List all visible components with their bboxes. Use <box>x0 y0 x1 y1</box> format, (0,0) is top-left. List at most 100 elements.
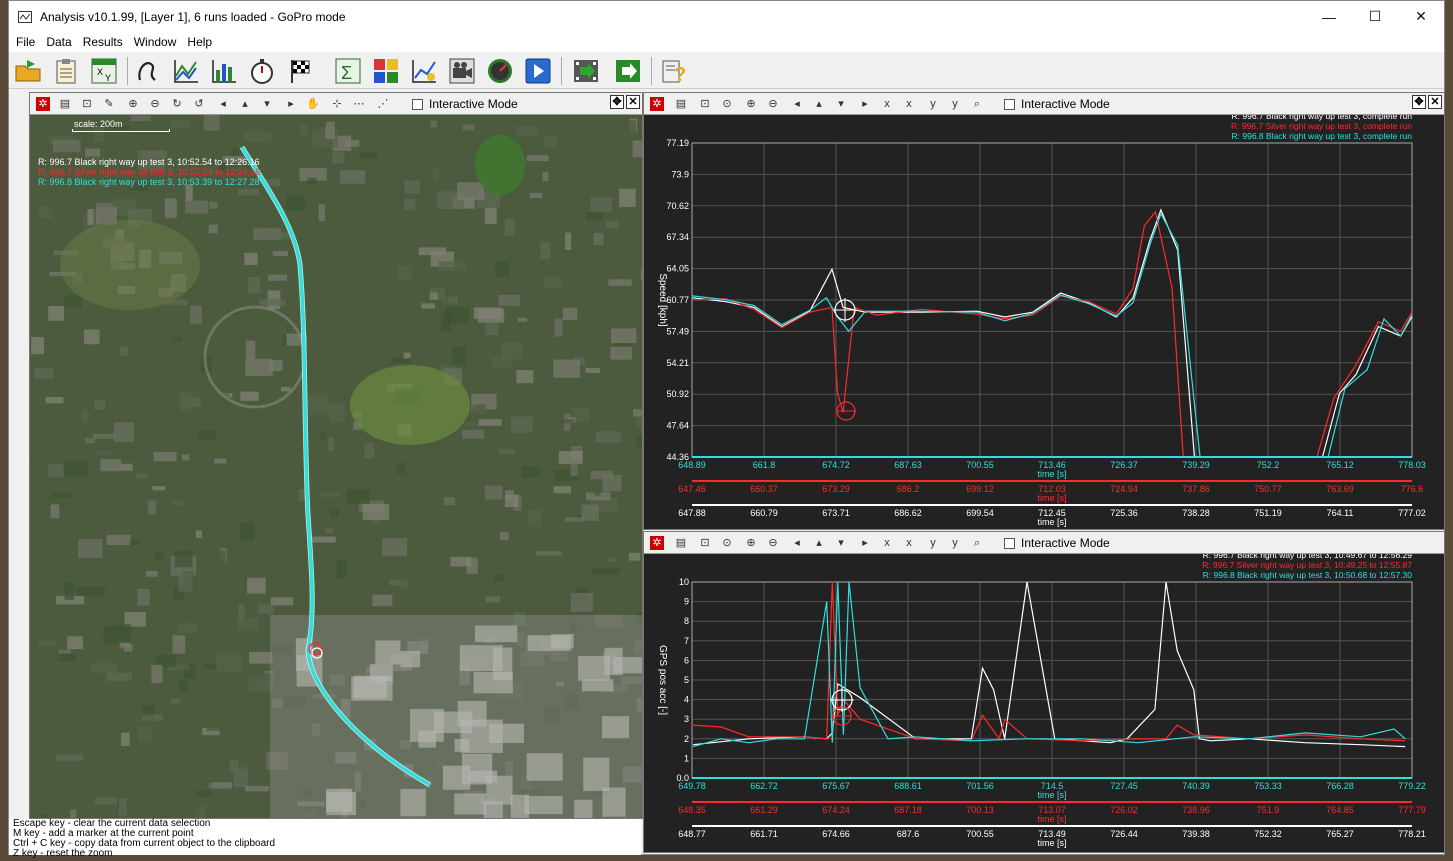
interactive-mode-checkbox[interactable]: Interactive Mode <box>1004 97 1110 111</box>
menu-data[interactable]: Data <box>46 35 71 49</box>
satellite-map[interactable] <box>30 115 642 818</box>
menu-results[interactable]: Results <box>83 35 123 49</box>
next-point-icon[interactable]: ▸ <box>858 97 872 111</box>
map-texture-block <box>516 370 534 384</box>
minimize-button[interactable]: — <box>1306 1 1352 32</box>
next-point-icon[interactable]: ▸ <box>284 97 298 111</box>
settings-gear-icon[interactable]: ✲ <box>650 536 664 550</box>
map-texture-block <box>594 479 601 496</box>
down-point-icon[interactable]: ▾ <box>834 536 848 550</box>
zoom-window-icon[interactable]: ⊡ <box>698 97 712 111</box>
zoom-in-icon[interactable]: ⊕ <box>744 97 758 111</box>
map-texture-block <box>247 276 261 294</box>
rotate-right-icon[interactable]: ↻ <box>170 97 184 111</box>
add-marker-icon[interactable]: ⊹ <box>330 97 344 111</box>
y-zoom-out-icon[interactable]: y <box>948 536 962 550</box>
table-icon[interactable]: ▤ <box>674 536 688 550</box>
menu-file[interactable]: File <box>16 35 35 49</box>
x-tick-label: 648.77 <box>678 829 706 839</box>
x-zoom-in-icon[interactable]: x <box>880 536 894 550</box>
zoom-window-icon[interactable]: ⊡ <box>80 97 94 111</box>
table-icon[interactable]: ▤ <box>674 97 688 111</box>
map-texture-block <box>462 124 475 131</box>
prev-point-icon[interactable]: ◂ <box>790 97 804 111</box>
speed-chart[interactable]: 77.19 73.9 70.62 67.34 64.05 60.77 57.49 54.21 5… <box>644 115 1444 529</box>
down-point-icon[interactable]: ▾ <box>834 97 848 111</box>
zoom-fit-icon[interactable]: ⊙ <box>720 536 734 550</box>
up-point-icon[interactable]: ▴ <box>238 97 252 111</box>
table-icon[interactable]: ▤ <box>58 97 72 111</box>
menu-help[interactable]: Help <box>187 35 212 49</box>
search-icon[interactable]: ⌕ <box>970 97 984 111</box>
y-tick-label: 54.21 <box>666 358 689 368</box>
interactive-mode-checkbox[interactable]: Interactive Mode <box>1004 536 1110 550</box>
map-building <box>612 656 642 674</box>
zoom-window-icon[interactable]: ⊡ <box>698 536 712 550</box>
maximize-button[interactable]: ☐ <box>1352 1 1398 32</box>
up-point-icon[interactable]: ▴ <box>812 536 826 550</box>
settings-gear-icon[interactable]: ✲ <box>36 97 50 111</box>
gauge-icon[interactable] <box>485 56 515 86</box>
checkered-flag-icon[interactable] <box>285 56 315 86</box>
interactive-mode-checkbox[interactable]: Interactive Mode <box>412 97 518 111</box>
panel-move-icon[interactable]: ✥ <box>610 95 624 109</box>
video-camera-icon[interactable] <box>447 56 477 86</box>
split-marker-icon[interactable]: ⋰ <box>376 97 390 111</box>
map-texture-block <box>261 219 276 228</box>
help-icon[interactable]: ? <box>659 56 689 86</box>
zoom-in-icon[interactable]: ⊕ <box>744 536 758 550</box>
search-icon[interactable]: ⌕ <box>970 536 984 550</box>
y-zoom-in-icon[interactable]: y <box>926 97 940 111</box>
menu-window[interactable]: Window <box>134 35 177 49</box>
zoom-in-icon[interactable]: ⊕ <box>126 97 140 111</box>
export-video-icon[interactable] <box>571 56 601 86</box>
prev-point-icon[interactable]: ◂ <box>790 536 804 550</box>
settings-gear-icon[interactable]: ✲ <box>650 97 664 111</box>
bar-chart-icon[interactable] <box>209 56 239 86</box>
x-tick-label: 751.19 <box>1254 508 1282 518</box>
x-zoom-out-icon[interactable]: x <box>902 97 916 111</box>
zoom-out-icon[interactable]: ⊖ <box>148 97 162 111</box>
panel-close-icon[interactable]: ✕ <box>1428 95 1442 109</box>
up-point-icon[interactable]: ▴ <box>812 97 826 111</box>
pan-hand-icon[interactable]: ✋ <box>306 97 320 111</box>
zoom-fit-icon[interactable]: ⊙ <box>720 97 734 111</box>
prev-point-icon[interactable]: ◂ <box>216 97 230 111</box>
x-tick-label: 674.24 <box>822 805 850 815</box>
zoom-out-icon[interactable]: ⊖ <box>766 97 780 111</box>
panel-move-icon[interactable]: ✥ <box>1412 95 1426 109</box>
map-texture-block <box>252 547 260 557</box>
zoom-out-icon[interactable]: ⊖ <box>766 536 780 550</box>
map-texture-block <box>403 198 416 211</box>
x-zoom-in-icon[interactable]: x <box>880 97 894 111</box>
trend-chart-icon[interactable] <box>409 56 439 86</box>
lap-icon[interactable] <box>133 56 163 86</box>
y-zoom-in-icon[interactable]: y <box>926 536 940 550</box>
close-button[interactable]: ✕ <box>1398 1 1444 32</box>
open-folder-icon[interactable] <box>13 56 43 86</box>
rotate-left-icon[interactable]: ↺ <box>192 97 206 111</box>
x-zoom-out-icon[interactable]: x <box>902 536 916 550</box>
map-texture-block <box>185 184 193 202</box>
y-zoom-out-icon[interactable]: y <box>948 97 962 111</box>
compare-icon[interactable] <box>371 56 401 86</box>
stopwatch-icon[interactable] <box>247 56 277 86</box>
remove-marker-icon[interactable]: ⋯ <box>352 97 366 111</box>
down-point-icon[interactable]: ▾ <box>260 97 274 111</box>
sigma-icon[interactable]: Σ <box>333 56 363 86</box>
map-texture-block <box>350 522 359 533</box>
next-point-icon[interactable]: ▸ <box>858 536 872 550</box>
line-chart-icon[interactable] <box>171 56 201 86</box>
x-tick-label: 726.37 <box>1110 460 1138 470</box>
panel-close-icon[interactable]: ✕ <box>626 95 640 109</box>
export-table-icon[interactable] <box>613 56 643 86</box>
x-axis-label: time [s] <box>1037 838 1066 848</box>
play-icon[interactable] <box>523 56 553 86</box>
edit-icon[interactable]: ✎ <box>102 97 116 111</box>
xy-table-icon[interactable]: XY <box>89 56 119 86</box>
gps-accuracy-chart[interactable]: 109876543210.0GPS pos acc [-]R: 996.7 Bl… <box>644 554 1444 852</box>
map-texture-block <box>445 306 470 324</box>
map-texture-block <box>253 228 281 241</box>
map-building <box>602 787 626 817</box>
clipboard-icon[interactable] <box>51 56 81 86</box>
